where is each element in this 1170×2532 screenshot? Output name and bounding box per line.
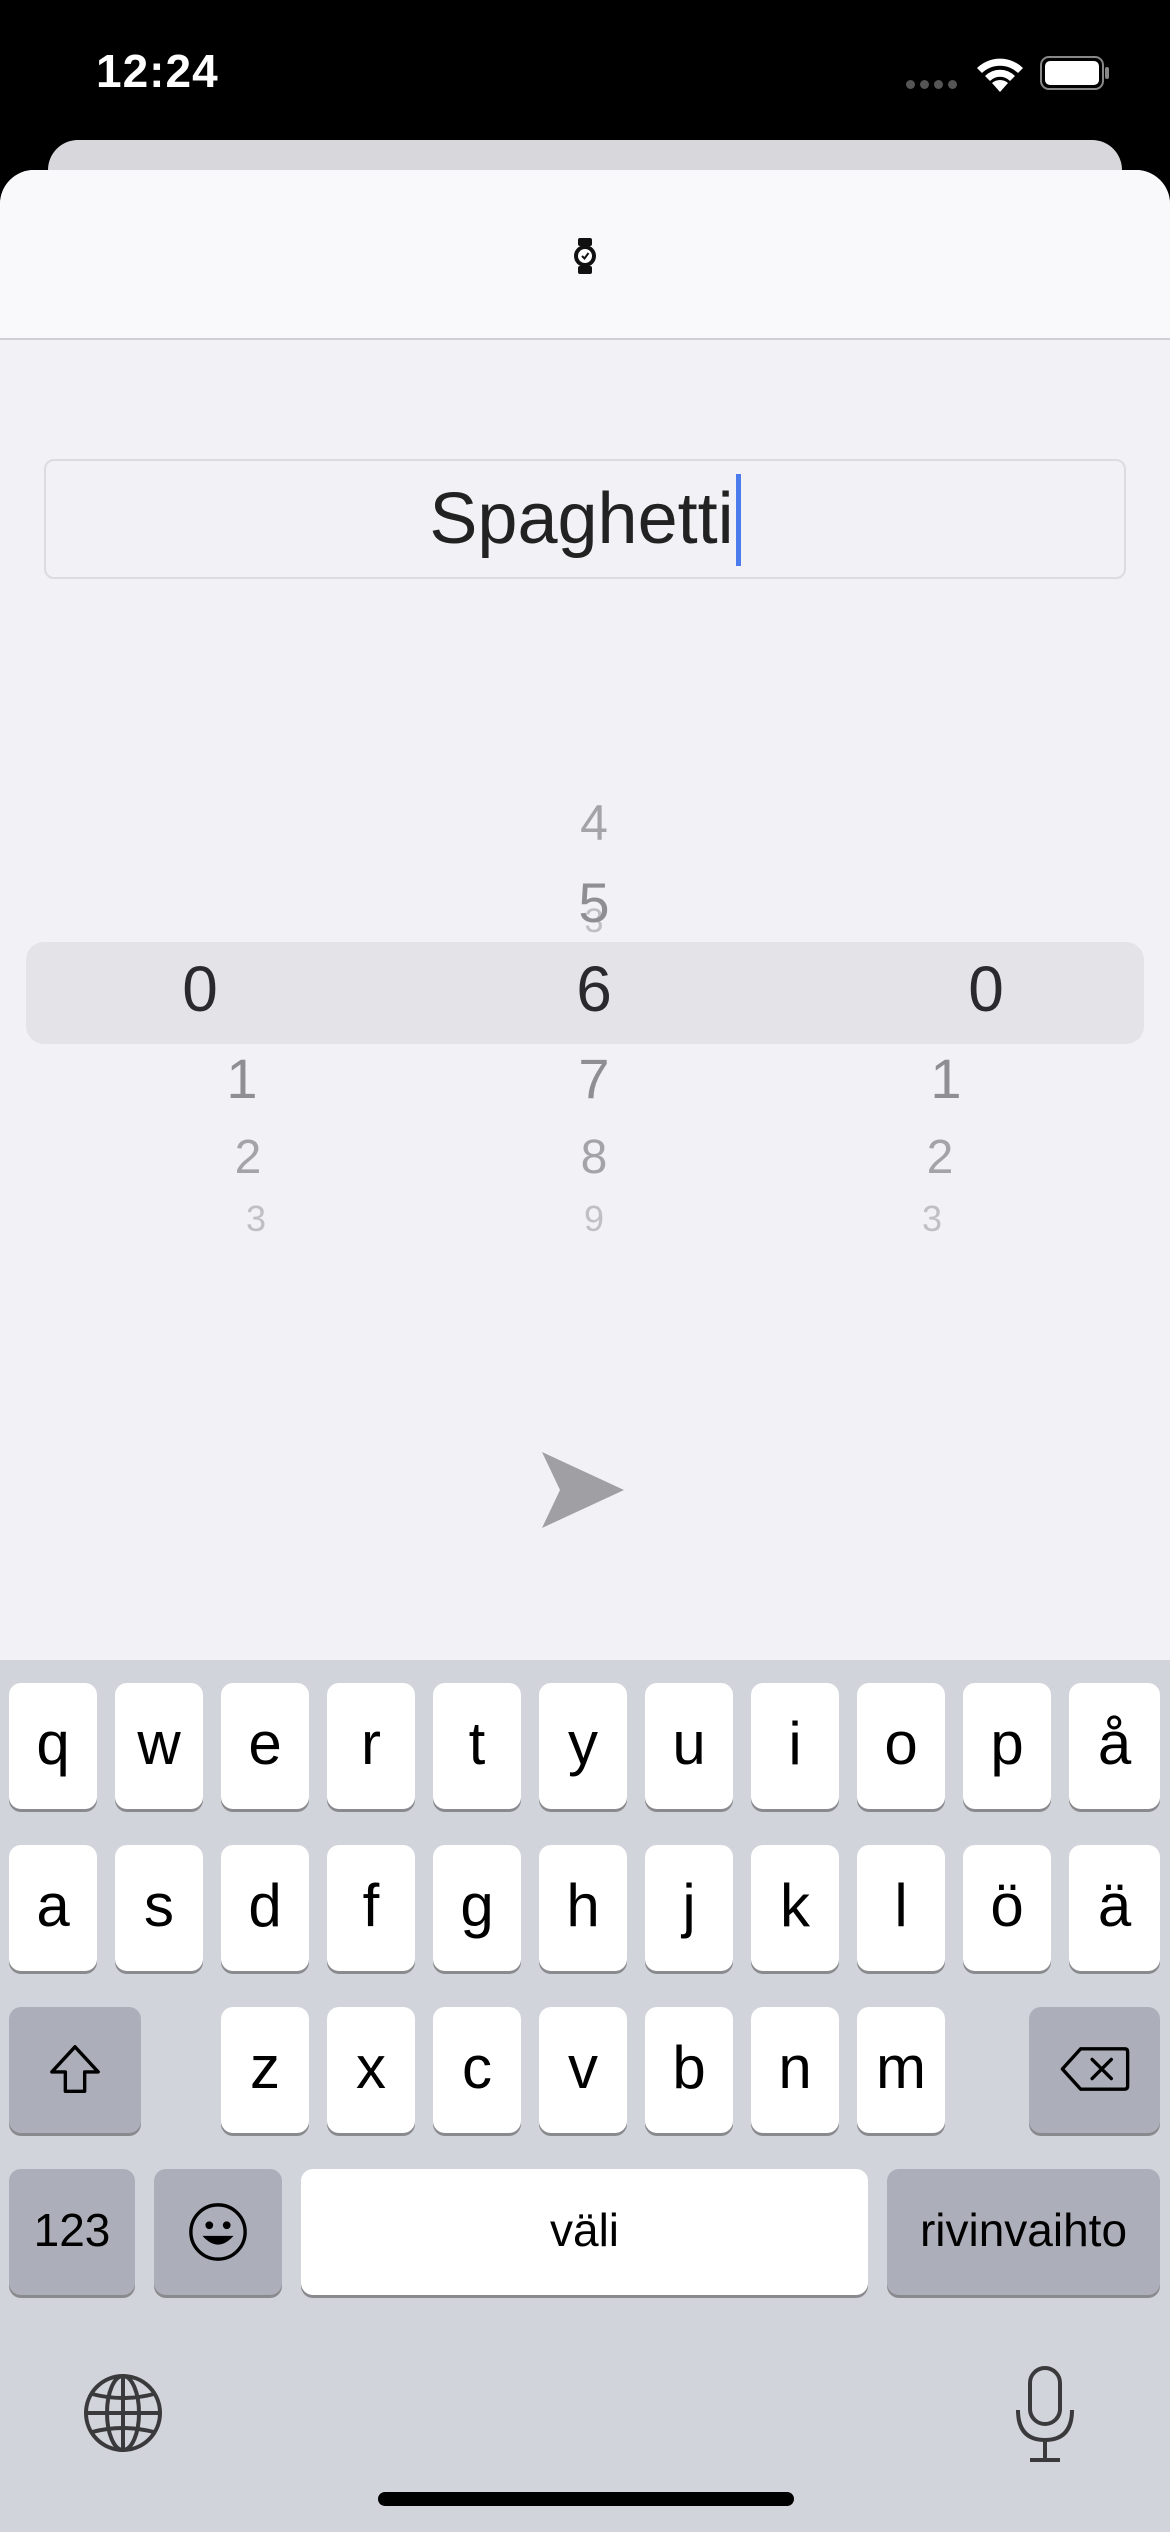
send-icon[interactable] <box>540 1450 626 1530</box>
wifi-icon <box>977 58 1023 92</box>
picker-col2-value[interactable]: 7 <box>578 1046 609 1111</box>
return-key[interactable]: rivinvaihto <box>887 2169 1160 2295</box>
key-e[interactable]: e <box>221 1683 309 1809</box>
modal-sheet: Spaghetti 0 1 2 3 3 4 5 6 7 8 9 0 1 2 3 <box>0 170 1170 1660</box>
delete-key[interactable] <box>1029 2007 1160 2133</box>
space-key[interactable]: väli <box>301 2169 868 2295</box>
key-w[interactable]: w <box>115 1683 203 1809</box>
picker-col3-value[interactable]: 3 <box>922 1198 942 1240</box>
key-b[interactable]: b <box>645 2007 733 2133</box>
emoji-key[interactable] <box>154 2169 282 2295</box>
picker-col2-value[interactable]: 4 <box>580 794 608 852</box>
key-l[interactable]: l <box>857 1845 945 1971</box>
key-y[interactable]: y <box>539 1683 627 1809</box>
key-a-umlaut[interactable]: ä <box>1069 1845 1160 1971</box>
key-x[interactable]: x <box>327 2007 415 2133</box>
delete-icon <box>1060 2047 1129 2091</box>
key-k[interactable]: k <box>751 1845 839 1971</box>
key-o[interactable]: o <box>857 1683 945 1809</box>
picker-col1-selected[interactable]: 0 <box>182 952 218 1026</box>
key-r[interactable]: r <box>327 1683 415 1809</box>
home-indicator[interactable] <box>378 2492 794 2506</box>
key-z[interactable]: z <box>221 2007 309 2133</box>
key-u[interactable]: u <box>645 1683 733 1809</box>
picker-col3-value[interactable]: 2 <box>927 1130 954 1185</box>
status-time: 12:24 <box>96 45 219 97</box>
shift-key[interactable] <box>9 2007 141 2133</box>
key-g[interactable]: g <box>433 1845 521 1971</box>
key-o-umlaut[interactable]: ö <box>963 1845 1051 1971</box>
key-c[interactable]: c <box>433 2007 521 2133</box>
key-f[interactable]: f <box>327 1845 415 1971</box>
key-i[interactable]: i <box>751 1683 839 1809</box>
text-cursor <box>735 473 741 566</box>
picker-col2-value[interactable]: 8 <box>581 1130 608 1185</box>
battery-icon <box>1040 56 1109 90</box>
key-a-ring[interactable]: å <box>1069 1683 1160 1809</box>
key-n[interactable]: n <box>751 2007 839 2133</box>
emoji-icon <box>189 2203 247 2261</box>
globe-icon[interactable] <box>82 2372 164 2454</box>
key-a[interactable]: a <box>9 1845 97 1971</box>
key-m[interactable]: m <box>857 2007 945 2133</box>
picker-col2-value[interactable]: 5 <box>578 870 609 935</box>
numbers-key[interactable]: 123 <box>9 2169 135 2295</box>
picker-col2-value[interactable]: 9 <box>584 1198 604 1240</box>
key-p[interactable]: p <box>963 1683 1051 1809</box>
picker-col2-selected[interactable]: 6 <box>576 952 612 1026</box>
key-t[interactable]: t <box>433 1683 521 1809</box>
key-h[interactable]: h <box>539 1845 627 1971</box>
cellular-signal-icon <box>906 80 957 90</box>
status-bar: 12:24 <box>0 0 1170 140</box>
picker-col1-value[interactable]: 1 <box>226 1046 257 1111</box>
key-d[interactable]: d <box>221 1845 309 1971</box>
shift-icon <box>50 2045 100 2093</box>
picker-col3-value[interactable]: 1 <box>930 1046 961 1111</box>
picker-col1-value[interactable]: 2 <box>235 1130 262 1185</box>
key-q[interactable]: q <box>9 1683 97 1809</box>
watch-icon <box>574 238 596 274</box>
key-v[interactable]: v <box>539 2007 627 2133</box>
key-s[interactable]: s <box>115 1845 203 1971</box>
key-j[interactable]: j <box>645 1845 733 1971</box>
picker-col3-selected[interactable]: 0 <box>968 952 1004 1026</box>
name-input-value: Spaghetti <box>429 479 734 559</box>
sheet-header <box>0 170 1170 340</box>
number-picker[interactable]: 0 1 2 3 3 4 5 6 7 8 9 0 1 2 3 <box>0 710 1170 1430</box>
picker-col1-value[interactable]: 3 <box>246 1198 266 1240</box>
microphone-icon[interactable] <box>1010 2364 1080 2464</box>
name-input[interactable]: Spaghetti <box>44 459 1126 579</box>
